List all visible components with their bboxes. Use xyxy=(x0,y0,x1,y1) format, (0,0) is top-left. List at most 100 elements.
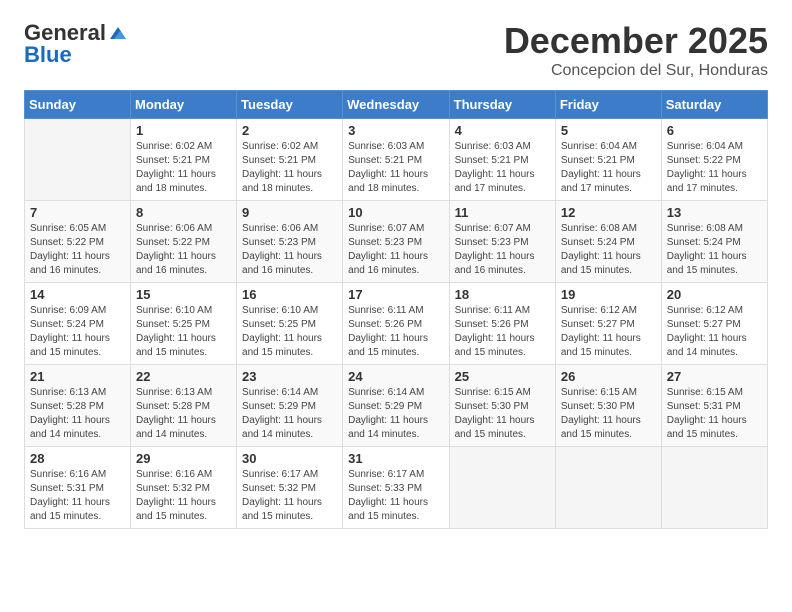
day-info: Sunrise: 6:08 AMSunset: 5:24 PMDaylight:… xyxy=(667,222,762,278)
calendar-cell xyxy=(449,447,555,529)
day-number: 7 xyxy=(30,205,125,220)
day-number: 28 xyxy=(30,451,125,466)
day-number: 31 xyxy=(348,451,443,466)
calendar-cell: 31 Sunrise: 6:17 AMSunset: 5:33 PMDayligh… xyxy=(343,447,449,529)
header: General Blue December 2025 Concepcion de… xyxy=(24,20,768,80)
day-info: Sunrise: 6:07 AMSunset: 5:23 PMDaylight:… xyxy=(455,222,550,278)
day-number: 12 xyxy=(561,205,656,220)
calendar-cell xyxy=(25,119,131,201)
weekday-header-thursday: Thursday xyxy=(449,91,555,119)
weekday-header-wednesday: Wednesday xyxy=(343,91,449,119)
calendar-cell: 24 Sunrise: 6:14 AMSunset: 5:29 PMDayligh… xyxy=(343,365,449,447)
day-number: 8 xyxy=(136,205,231,220)
day-number: 14 xyxy=(30,287,125,302)
day-info: Sunrise: 6:04 AMSunset: 5:21 PMDaylight:… xyxy=(561,140,656,196)
calendar-cell xyxy=(555,447,661,529)
logo: General Blue xyxy=(24,20,128,68)
day-info: Sunrise: 6:12 AMSunset: 5:27 PMDaylight:… xyxy=(667,304,762,360)
day-info: Sunrise: 6:10 AMSunset: 5:25 PMDaylight:… xyxy=(242,304,337,360)
calendar-cell: 2 Sunrise: 6:02 AMSunset: 5:21 PMDaylight… xyxy=(237,119,343,201)
day-number: 18 xyxy=(455,287,550,302)
day-number: 2 xyxy=(242,123,337,138)
calendar-cell: 30Sunrise: 6:17 AMSunset: 5:32 PMDayligh… xyxy=(237,447,343,529)
month-title: December 2025 xyxy=(504,20,768,62)
calendar-cell: 19Sunrise: 6:12 AMSunset: 5:27 PMDayligh… xyxy=(555,283,661,365)
calendar-cell: 20 Sunrise: 6:12 AMSunset: 5:27 PMDayligh… xyxy=(661,283,767,365)
calendar-cell: 29Sunrise: 6:16 AMSunset: 5:32 PMDayligh… xyxy=(131,447,237,529)
day-number: 26 xyxy=(561,369,656,384)
day-info: Sunrise: 6:15 AMSunset: 5:31 PMDaylight:… xyxy=(667,386,762,442)
day-number: 20 xyxy=(667,287,762,302)
weekday-header-monday: Monday xyxy=(131,91,237,119)
calendar-cell: 11 Sunrise: 6:07 AMSunset: 5:23 PMDayligh… xyxy=(449,201,555,283)
day-info: Sunrise: 6:11 AMSunset: 5:26 PMDaylight:… xyxy=(455,304,550,360)
day-number: 13 xyxy=(667,205,762,220)
calendar-cell: 1 Sunrise: 6:02 AMSunset: 5:21 PMDaylight… xyxy=(131,119,237,201)
calendar-header-row: SundayMondayTuesdayWednesdayThursdayFrid… xyxy=(25,91,768,119)
calendar-cell: 9 Sunrise: 6:06 AMSunset: 5:23 PMDaylight… xyxy=(237,201,343,283)
location-title: Concepcion del Sur, Honduras xyxy=(504,62,768,80)
title-area: December 2025 Concepcion del Sur, Hondur… xyxy=(504,20,768,80)
calendar-week-3: 14 Sunrise: 6:09 AMSunset: 5:24 PMDayligh… xyxy=(25,283,768,365)
day-number: 21 xyxy=(30,369,125,384)
day-info: Sunrise: 6:13 AMSunset: 5:28 PMDaylight:… xyxy=(136,386,231,442)
calendar-cell: 27 Sunrise: 6:15 AMSunset: 5:31 PMDayligh… xyxy=(661,365,767,447)
day-number: 24 xyxy=(348,369,443,384)
weekday-header-saturday: Saturday xyxy=(661,91,767,119)
day-info: Sunrise: 6:09 AMSunset: 5:24 PMDaylight:… xyxy=(30,304,125,360)
day-number: 9 xyxy=(242,205,337,220)
calendar-cell: 16 Sunrise: 6:10 AMSunset: 5:25 PMDayligh… xyxy=(237,283,343,365)
day-info: Sunrise: 6:11 AMSunset: 5:26 PMDaylight:… xyxy=(348,304,443,360)
day-number: 16 xyxy=(242,287,337,302)
calendar-cell: 25 Sunrise: 6:15 AMSunset: 5:30 PMDayligh… xyxy=(449,365,555,447)
calendar-cell: 10Sunrise: 6:07 AMSunset: 5:23 PMDayligh… xyxy=(343,201,449,283)
day-number: 23 xyxy=(242,369,337,384)
logo-icon xyxy=(108,23,128,43)
weekday-header-friday: Friday xyxy=(555,91,661,119)
day-info: Sunrise: 6:13 AMSunset: 5:28 PMDaylight:… xyxy=(30,386,125,442)
calendar: SundayMondayTuesdayWednesdayThursdayFrid… xyxy=(24,90,768,529)
day-info: Sunrise: 6:04 AMSunset: 5:22 PMDaylight:… xyxy=(667,140,762,196)
calendar-cell: 28 Sunrise: 6:16 AMSunset: 5:31 PMDayligh… xyxy=(25,447,131,529)
day-number: 11 xyxy=(455,205,550,220)
day-number: 4 xyxy=(455,123,550,138)
day-info: Sunrise: 6:02 AMSunset: 5:21 PMDaylight:… xyxy=(242,140,337,196)
day-info: Sunrise: 6:03 AMSunset: 5:21 PMDaylight:… xyxy=(348,140,443,196)
weekday-header-tuesday: Tuesday xyxy=(237,91,343,119)
day-info: Sunrise: 6:16 AMSunset: 5:31 PMDaylight:… xyxy=(30,468,125,524)
calendar-cell: 6Sunrise: 6:04 AMSunset: 5:22 PMDaylight… xyxy=(661,119,767,201)
calendar-cell: 17 Sunrise: 6:11 AMSunset: 5:26 PMDayligh… xyxy=(343,283,449,365)
calendar-cell: 15Sunrise: 6:10 AMSunset: 5:25 PMDayligh… xyxy=(131,283,237,365)
day-info: Sunrise: 6:15 AMSunset: 5:30 PMDaylight:… xyxy=(561,386,656,442)
day-info: Sunrise: 6:08 AMSunset: 5:24 PMDaylight:… xyxy=(561,222,656,278)
day-info: Sunrise: 6:10 AMSunset: 5:25 PMDaylight:… xyxy=(136,304,231,360)
day-info: Sunrise: 6:02 AMSunset: 5:21 PMDaylight:… xyxy=(136,140,231,196)
calendar-cell: 26 Sunrise: 6:15 AMSunset: 5:30 PMDayligh… xyxy=(555,365,661,447)
day-number: 27 xyxy=(667,369,762,384)
calendar-cell: 4 Sunrise: 6:03 AMSunset: 5:21 PMDaylight… xyxy=(449,119,555,201)
logo-blue: Blue xyxy=(24,42,72,68)
day-info: Sunrise: 6:05 AMSunset: 5:22 PMDaylight:… xyxy=(30,222,125,278)
day-info: Sunrise: 6:14 AMSunset: 5:29 PMDaylight:… xyxy=(242,386,337,442)
calendar-cell: 5Sunrise: 6:04 AMSunset: 5:21 PMDaylight… xyxy=(555,119,661,201)
day-number: 1 xyxy=(136,123,231,138)
calendar-week-5: 28 Sunrise: 6:16 AMSunset: 5:31 PMDayligh… xyxy=(25,447,768,529)
calendar-week-2: 7 Sunrise: 6:05 AMSunset: 5:22 PMDaylight… xyxy=(25,201,768,283)
day-info: Sunrise: 6:17 AMSunset: 5:33 PMDaylight:… xyxy=(348,468,443,524)
calendar-cell: 21 Sunrise: 6:13 AMSunset: 5:28 PMDayligh… xyxy=(25,365,131,447)
day-number: 25 xyxy=(455,369,550,384)
day-info: Sunrise: 6:07 AMSunset: 5:23 PMDaylight:… xyxy=(348,222,443,278)
day-info: Sunrise: 6:12 AMSunset: 5:27 PMDaylight:… xyxy=(561,304,656,360)
day-info: Sunrise: 6:03 AMSunset: 5:21 PMDaylight:… xyxy=(455,140,550,196)
day-info: Sunrise: 6:15 AMSunset: 5:30 PMDaylight:… xyxy=(455,386,550,442)
calendar-cell: 14 Sunrise: 6:09 AMSunset: 5:24 PMDayligh… xyxy=(25,283,131,365)
day-number: 29 xyxy=(136,451,231,466)
calendar-week-1: 1 Sunrise: 6:02 AMSunset: 5:21 PMDaylight… xyxy=(25,119,768,201)
day-info: Sunrise: 6:06 AMSunset: 5:22 PMDaylight:… xyxy=(136,222,231,278)
day-info: Sunrise: 6:06 AMSunset: 5:23 PMDaylight:… xyxy=(242,222,337,278)
day-number: 17 xyxy=(348,287,443,302)
day-number: 3 xyxy=(348,123,443,138)
day-info: Sunrise: 6:14 AMSunset: 5:29 PMDaylight:… xyxy=(348,386,443,442)
calendar-cell xyxy=(661,447,767,529)
calendar-cell: 7 Sunrise: 6:05 AMSunset: 5:22 PMDaylight… xyxy=(25,201,131,283)
